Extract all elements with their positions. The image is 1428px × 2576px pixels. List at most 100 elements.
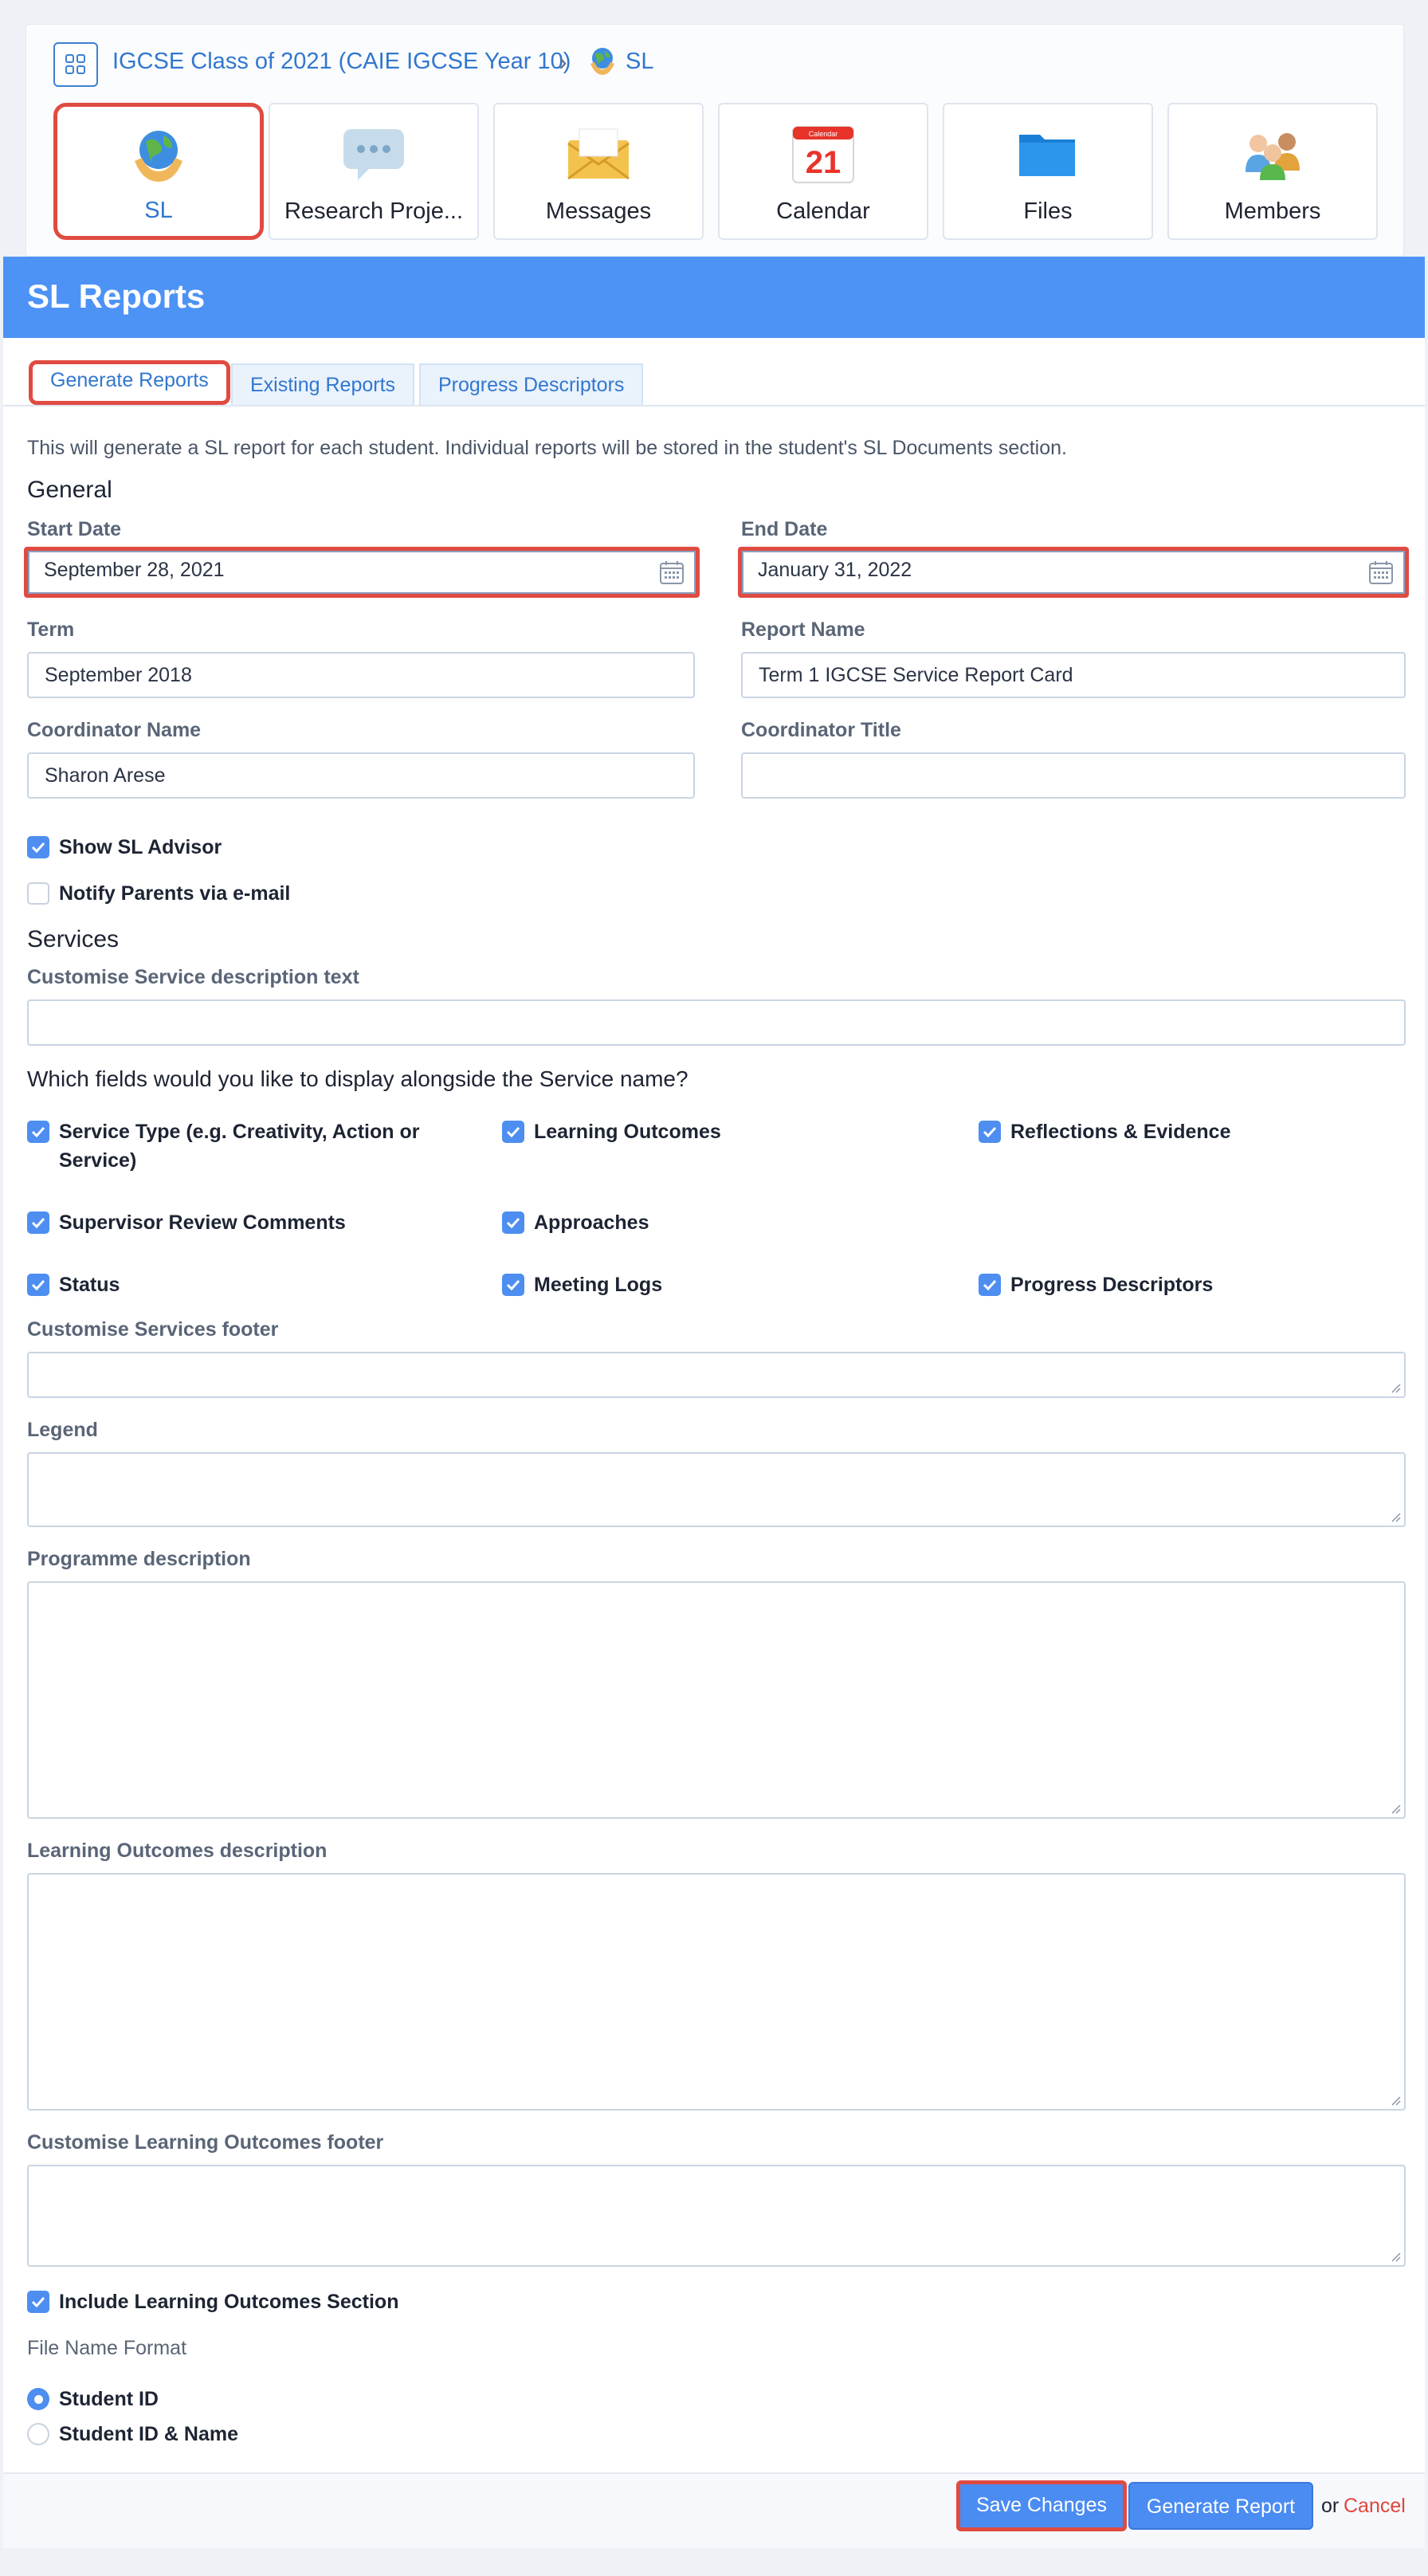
tab-generate-reports[interactable]: Generate Reports [29, 360, 230, 405]
coordinator-name-input[interactable]: Sharon Arese [27, 752, 695, 799]
lo-description-label: Learning Outcomes description [27, 1840, 328, 1862]
start-date-value: September 28, 2021 [44, 559, 225, 581]
field-supervisor-comments-label: Supervisor Review Comments [59, 1211, 346, 1234]
tool-card-sl[interactable]: SL [53, 103, 264, 240]
file-format-student-id-name-radio[interactable] [27, 2423, 49, 2445]
tab-existing-reports[interactable]: Existing Reports [231, 363, 415, 405]
tool-label: Messages [545, 198, 652, 224]
calendar-picker-icon[interactable] [659, 560, 685, 585]
form-actions-bar: Save Changes Generate Report or Cancel [3, 2472, 1425, 2548]
legend-textarea[interactable] [27, 1452, 1406, 1527]
fields-question: Which fields would you like to display a… [27, 1066, 688, 1091]
general-heading: General [27, 477, 112, 503]
or-text: or [1321, 2495, 1340, 2517]
breadcrumb-current-link[interactable]: SL [626, 49, 653, 75]
file-name-format-label: File Name Format [27, 2337, 187, 2359]
calendar-picker-icon[interactable] [1368, 560, 1394, 585]
notify-parents-label: Notify Parents via e-mail [59, 882, 291, 905]
tab-progress-descriptors[interactable]: Progress Descriptors [419, 363, 644, 405]
notify-parents-checkbox[interactable] [27, 882, 49, 905]
report-name-input[interactable]: Term 1 IGCSE Service Report Card [741, 652, 1406, 698]
field-reflections-label: Reflections & Evidence [1010, 1121, 1231, 1143]
services-footer-textarea[interactable] [27, 1352, 1406, 1398]
tool-label: Research Proje... [284, 198, 464, 224]
programme-description-label: Programme description [27, 1548, 251, 1570]
file-format-student-id-label: Student ID [59, 2388, 159, 2410]
tabs-divider [3, 405, 1425, 406]
speech-bubble-icon [339, 122, 408, 186]
panel-header: SL Reports [3, 257, 1425, 338]
tool-card-calendar[interactable]: Calendar 21 Calendar [718, 103, 928, 240]
tool-card-members[interactable]: Members [1167, 103, 1378, 240]
service-description-input[interactable] [27, 999, 1406, 1046]
apps-grid-icon[interactable] [53, 42, 98, 87]
lo-description-textarea[interactable] [27, 1873, 1406, 2111]
resize-grip-icon[interactable] [1390, 2095, 1401, 2106]
resize-grip-icon[interactable] [1390, 1803, 1401, 1814]
field-reflections-checkbox[interactable] [979, 1121, 1001, 1143]
lo-footer-label: Customise Learning Outcomes footer [27, 2131, 384, 2154]
resize-grip-icon[interactable] [1390, 1511, 1401, 1522]
tool-label: Calendar [776, 198, 870, 224]
breadcrumb-chevron-icon: › [559, 47, 567, 76]
field-approaches-checkbox[interactable] [502, 1211, 524, 1234]
globe-hands-icon [586, 45, 619, 78]
coordinator-title-label: Coordinator Title [741, 719, 901, 741]
end-date-value: January 31, 2022 [758, 559, 912, 581]
field-approaches-label: Approaches [534, 1211, 649, 1234]
end-date-input[interactable]: January 31, 2022 [738, 547, 1409, 598]
coordinator-title-input[interactable] [741, 752, 1406, 799]
end-date-label: End Date [741, 518, 828, 540]
legend-label: Legend [27, 1419, 98, 1441]
start-date-input[interactable]: September 28, 2021 [24, 547, 700, 598]
intro-text: This will generate a SL report for each … [27, 437, 1067, 459]
field-progress-descriptors-checkbox[interactable] [979, 1274, 1001, 1296]
folder-icon [1014, 122, 1082, 186]
envelope-icon [564, 122, 633, 186]
tool-label: SL [144, 198, 173, 223]
lo-footer-textarea[interactable] [27, 2165, 1406, 2267]
field-meeting-logs-checkbox[interactable] [502, 1274, 524, 1296]
services-heading: Services [27, 926, 120, 952]
panel-title: SL Reports [27, 277, 206, 315]
tool-label: Files [1023, 198, 1073, 224]
term-label: Term [27, 618, 75, 641]
field-status-checkbox[interactable] [27, 1274, 49, 1296]
generate-report-button[interactable]: Generate Report [1128, 2482, 1313, 2530]
field-progress-descriptors-label: Progress Descriptors [1010, 1274, 1214, 1296]
field-status-label: Status [59, 1274, 120, 1296]
field-supervisor-comments-checkbox[interactable] [27, 1211, 49, 1234]
include-lo-checkbox[interactable] [27, 2291, 49, 2313]
svg-text:21: 21 [806, 145, 842, 180]
tool-card-messages[interactable]: Messages [493, 103, 704, 240]
coordinator-name-label: Coordinator Name [27, 719, 202, 741]
report-name-label: Report Name [741, 618, 865, 641]
group-header: IGCSE Class of 2021 (CAIE IGCSE Year 10)… [26, 24, 1404, 257]
show-advisor-label: Show SL Advisor [59, 836, 222, 858]
field-meeting-logs-label: Meeting Logs [534, 1274, 663, 1296]
show-advisor-checkbox[interactable] [27, 836, 49, 858]
resize-grip-icon[interactable] [1390, 2251, 1401, 2262]
cancel-link[interactable]: Cancel [1344, 2495, 1406, 2518]
breadcrumb-parent-link[interactable]: IGCSE Class of 2021 (CAIE IGCSE Year 10) [112, 49, 571, 75]
calendar-icon: Calendar 21 [789, 122, 857, 186]
file-format-student-id-radio[interactable] [27, 2388, 49, 2410]
services-footer-label: Customise Services footer [27, 1318, 279, 1341]
sl-reports-panel: SL Reports Generate Reports Existing Rep… [3, 257, 1425, 2548]
programme-description-textarea[interactable] [27, 1581, 1406, 1819]
field-learning-outcomes-checkbox[interactable] [502, 1121, 524, 1143]
include-lo-label: Include Learning Outcomes Section [59, 2291, 399, 2313]
tool-card-files[interactable]: Files [943, 103, 1153, 240]
service-description-label: Customise Service description text [27, 966, 359, 988]
field-service-type-label: Service Type (e.g. Creativity, Action or… [59, 1121, 420, 1172]
save-changes-button[interactable]: Save Changes [956, 2480, 1127, 2531]
field-service-type-checkbox[interactable] [27, 1121, 49, 1143]
people-icon [1238, 122, 1307, 186]
field-learning-outcomes-label: Learning Outcomes [534, 1121, 721, 1143]
tool-card-research-projects[interactable]: Research Proje... [269, 103, 479, 240]
resize-grip-icon[interactable] [1390, 1382, 1401, 1393]
term-input[interactable]: September 2018 [27, 652, 695, 698]
tool-label: Members [1224, 198, 1321, 224]
globe-hands-icon [124, 124, 193, 188]
file-format-student-id-name-label: Student ID & Name [59, 2423, 239, 2445]
